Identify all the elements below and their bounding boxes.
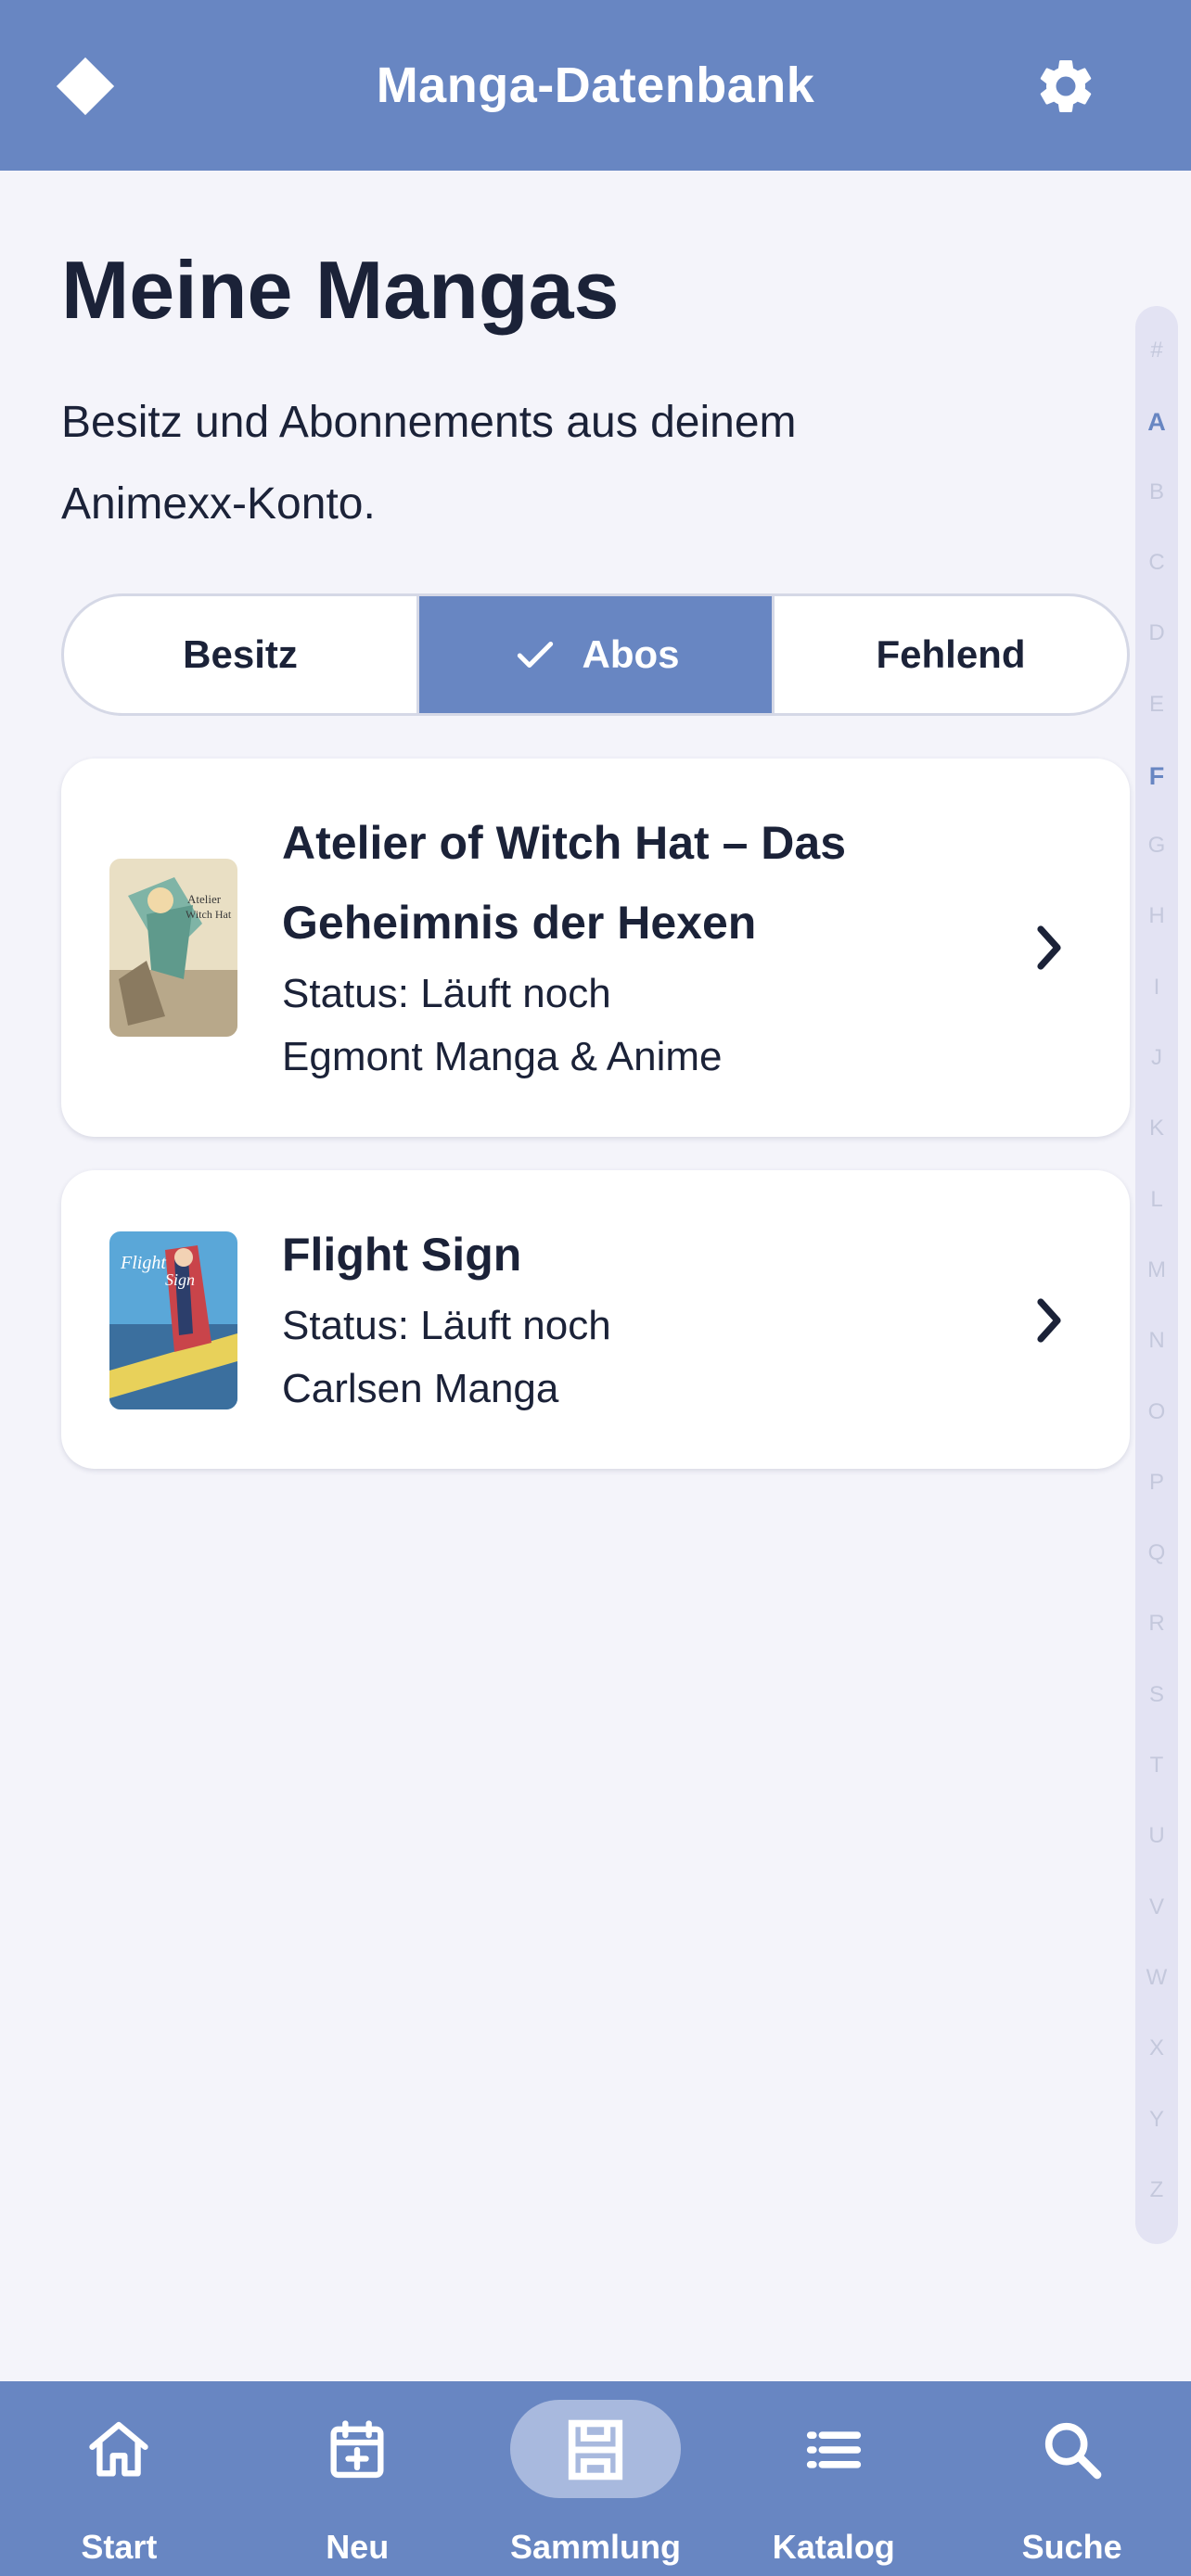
- alphabet-letter[interactable]: A: [1135, 408, 1178, 437]
- alphabet-letter[interactable]: W: [1135, 1965, 1178, 1991]
- alphabet-index[interactable]: # A B C D E F G H I J K L M N O P Q R S T U V W X Y Z: [1135, 306, 1178, 2244]
- alphabet-letter[interactable]: Q: [1135, 1540, 1178, 1566]
- alphabet-letter[interactable]: H: [1135, 903, 1178, 929]
- manga-title: Atelier of Witch Hat – Das Geheimnis der…: [282, 817, 847, 949]
- manga-publisher: Carlsen Manga: [282, 1366, 559, 1411]
- nav-item-neu[interactable]: Neu: [238, 2381, 477, 2576]
- alphabet-letter[interactable]: R: [1135, 1611, 1178, 1637]
- nav-item-suche[interactable]: Suche: [953, 2381, 1191, 2576]
- svg-text:Sign: Sign: [165, 1270, 195, 1289]
- manga-title: Flight Sign: [282, 1229, 522, 1281]
- nav-label: Start: [81, 2528, 158, 2566]
- check-icon: [517, 642, 553, 668]
- segment-label: Abos: [582, 632, 680, 676]
- search-icon: [1044, 2422, 1101, 2480]
- alphabet-letter[interactable]: F: [1135, 762, 1178, 791]
- manga-list-item[interactable]: Flight Sign Flight Sign Status: Läuft no…: [61, 1170, 1130, 1469]
- alphabet-letter[interactable]: G: [1135, 833, 1178, 859]
- home-icon: [89, 2421, 149, 2477]
- segment-besitz[interactable]: Besitz: [64, 596, 416, 713]
- alphabet-letter[interactable]: K: [1135, 1116, 1178, 1141]
- alphabet-letter[interactable]: D: [1135, 620, 1178, 646]
- alphabet-letter[interactable]: E: [1135, 692, 1178, 718]
- list-icon: [806, 2431, 861, 2468]
- manga-publisher: Egmont Manga & Anime: [282, 1034, 723, 1079]
- bottom-navigation: Start Neu Sammlung Katalog Suche: [0, 2381, 1191, 2576]
- alphabet-letter[interactable]: Z: [1135, 2177, 1178, 2203]
- alphabet-letter[interactable]: M: [1135, 1257, 1178, 1283]
- calendar-plus-icon: [330, 2420, 384, 2479]
- diamond-icon[interactable]: [56, 57, 115, 116]
- shelf-icon: [568, 2419, 623, 2480]
- gear-icon[interactable]: [1033, 54, 1098, 119]
- alphabet-letter[interactable]: I: [1135, 975, 1178, 1001]
- app-bar: Manga-Datenbank: [0, 0, 1191, 171]
- segment-fehlend[interactable]: Fehlend: [772, 596, 1127, 713]
- manga-status: Status: Läuft noch: [282, 971, 611, 1016]
- alphabet-letter[interactable]: L: [1135, 1187, 1178, 1213]
- manga-cover-image: Flight Sign: [109, 1231, 237, 1409]
- svg-text:Atelier: Atelier: [187, 892, 222, 906]
- nav-label: Katalog: [772, 2528, 895, 2566]
- collection-filter-segmented-control: Besitz Abos Fehlend: [61, 593, 1130, 716]
- nav-item-start[interactable]: Start: [0, 2381, 238, 2576]
- nav-item-katalog[interactable]: Katalog: [714, 2381, 953, 2576]
- svg-text:Witch Hat: Witch Hat: [186, 908, 232, 921]
- alphabet-letter[interactable]: U: [1135, 1823, 1178, 1849]
- alphabet-letter[interactable]: T: [1135, 1753, 1178, 1779]
- segment-label: Fehlend: [876, 632, 1026, 676]
- nav-label: Neu: [326, 2528, 390, 2566]
- alphabet-letter[interactable]: N: [1135, 1328, 1178, 1354]
- page-title: Meine Mangas: [61, 244, 620, 336]
- alphabet-letter[interactable]: C: [1135, 550, 1178, 576]
- app-title: Manga-Datenbank: [376, 57, 815, 113]
- manga-list-item[interactable]: Atelier Witch Hat Atelier of Witch Hat –…: [61, 759, 1130, 1137]
- alphabet-letter[interactable]: X: [1135, 2035, 1178, 2061]
- alphabet-letter[interactable]: B: [1135, 479, 1178, 505]
- chevron-right-icon: [1037, 925, 1061, 970]
- svg-text:Flight: Flight: [120, 1253, 166, 1273]
- segment-label: Besitz: [183, 632, 298, 676]
- chevron-right-icon: [1037, 1298, 1061, 1343]
- alphabet-letter[interactable]: O: [1135, 1399, 1178, 1425]
- manga-cover-image: Atelier Witch Hat: [109, 859, 237, 1037]
- segment-abos[interactable]: Abos: [416, 596, 772, 713]
- alphabet-letter[interactable]: Y: [1135, 2107, 1178, 2133]
- manga-status: Status: Läuft noch: [282, 1303, 611, 1348]
- alphabet-letter[interactable]: #: [1135, 338, 1178, 363]
- nav-label: Sammlung: [509, 2528, 681, 2566]
- nav-label: Suche: [1021, 2528, 1122, 2566]
- alphabet-letter[interactable]: J: [1135, 1045, 1178, 1071]
- alphabet-letter[interactable]: P: [1135, 1470, 1178, 1496]
- alphabet-letter[interactable]: S: [1135, 1682, 1178, 1708]
- page-subtitle: Besitz und Abonnements aus deinem Animex…: [61, 398, 797, 529]
- nav-item-sammlung[interactable]: Sammlung: [477, 2381, 715, 2576]
- alphabet-letter[interactable]: V: [1135, 1894, 1178, 1920]
